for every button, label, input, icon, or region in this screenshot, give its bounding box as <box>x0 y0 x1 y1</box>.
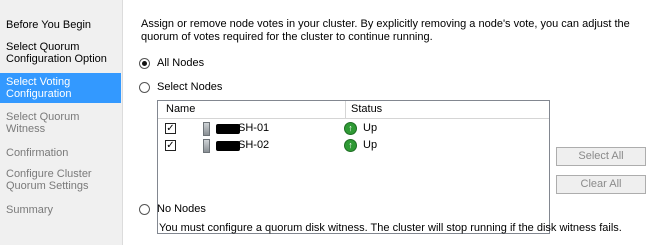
nav-item-select-quorum-witness: Select Quorum Witness <box>0 111 121 135</box>
node-checkbox[interactable]: ✓ <box>165 123 176 134</box>
nav-item-label: Select Quorum Witness <box>6 111 80 135</box>
radio-label-select-nodes: Select Nodes <box>157 81 223 93</box>
nav-item-label: Select Voting Configuration <box>6 76 72 100</box>
nav-item-summary: Summary <box>0 204 121 216</box>
status-up-icon: ↑ <box>344 122 357 135</box>
wizard-nav: Before You Begin Select Quorum Configura… <box>0 0 121 245</box>
radio-label-all-nodes: All Nodes <box>157 57 205 69</box>
radio-button-no-nodes[interactable] <box>139 203 150 215</box>
column-header-status[interactable]: Status <box>351 103 382 115</box>
select-all-button[interactable]: Select All <box>556 147 646 166</box>
radio-all-nodes[interactable]: All Nodes <box>139 56 204 70</box>
nav-item-configure-cluster-quorum-settings: Configure Cluster Quorum Settings <box>0 168 121 192</box>
node-name: SH-02 <box>238 139 270 151</box>
node-list[interactable]: Name Status ✓ SH-01 ↑ Up ✓ SH-02 ↑ Up <box>157 100 550 234</box>
nav-item-label: Configure Cluster Quorum Settings <box>6 168 92 192</box>
nav-item-select-quorum-configuration-option[interactable]: Select Quorum Configuration Option <box>0 41 121 65</box>
description-text: Assign or remove node votes in your clus… <box>141 18 630 43</box>
nav-item-select-voting-configuration[interactable]: Select Voting Configuration <box>0 73 121 103</box>
nav-item-before-you-begin[interactable]: Before You Begin <box>0 19 121 31</box>
table-row[interactable]: ✓ SH-01 ↑ Up <box>158 121 549 137</box>
node-status: Up <box>363 122 378 134</box>
redacted-name-block <box>216 141 240 151</box>
radio-button-select-nodes[interactable] <box>139 81 150 93</box>
status-up-icon: ↑ <box>344 139 357 152</box>
table-row[interactable]: ✓ SH-02 ↑ Up <box>158 138 549 154</box>
server-icon <box>203 139 210 153</box>
server-icon <box>203 122 210 136</box>
nav-item-label: Select Quorum Configuration Option <box>6 41 107 65</box>
node-list-header: Name Status <box>158 101 549 119</box>
radio-select-nodes[interactable]: Select Nodes <box>139 80 222 94</box>
no-nodes-warning-text: You must configure a quorum disk witness… <box>159 222 622 234</box>
nav-item-label: Summary <box>6 204 54 216</box>
clear-all-button[interactable]: Clear All <box>556 175 646 194</box>
nav-item-label: Confirmation <box>6 147 69 159</box>
content-panel: Assign or remove node votes in your clus… <box>122 0 652 245</box>
radio-label-no-nodes: No Nodes <box>157 203 206 215</box>
column-divider[interactable] <box>345 101 346 118</box>
column-header-name[interactable]: Name <box>166 103 195 115</box>
node-checkbox[interactable]: ✓ <box>165 140 176 151</box>
radio-no-nodes[interactable]: No Nodes <box>139 202 206 216</box>
node-name: SH-01 <box>238 122 270 134</box>
radio-button-all-nodes[interactable] <box>139 57 150 69</box>
nav-item-confirmation: Confirmation <box>0 147 121 159</box>
redacted-name-block <box>216 124 240 134</box>
nav-item-label: Before You Begin <box>6 19 92 31</box>
node-status: Up <box>363 139 378 151</box>
